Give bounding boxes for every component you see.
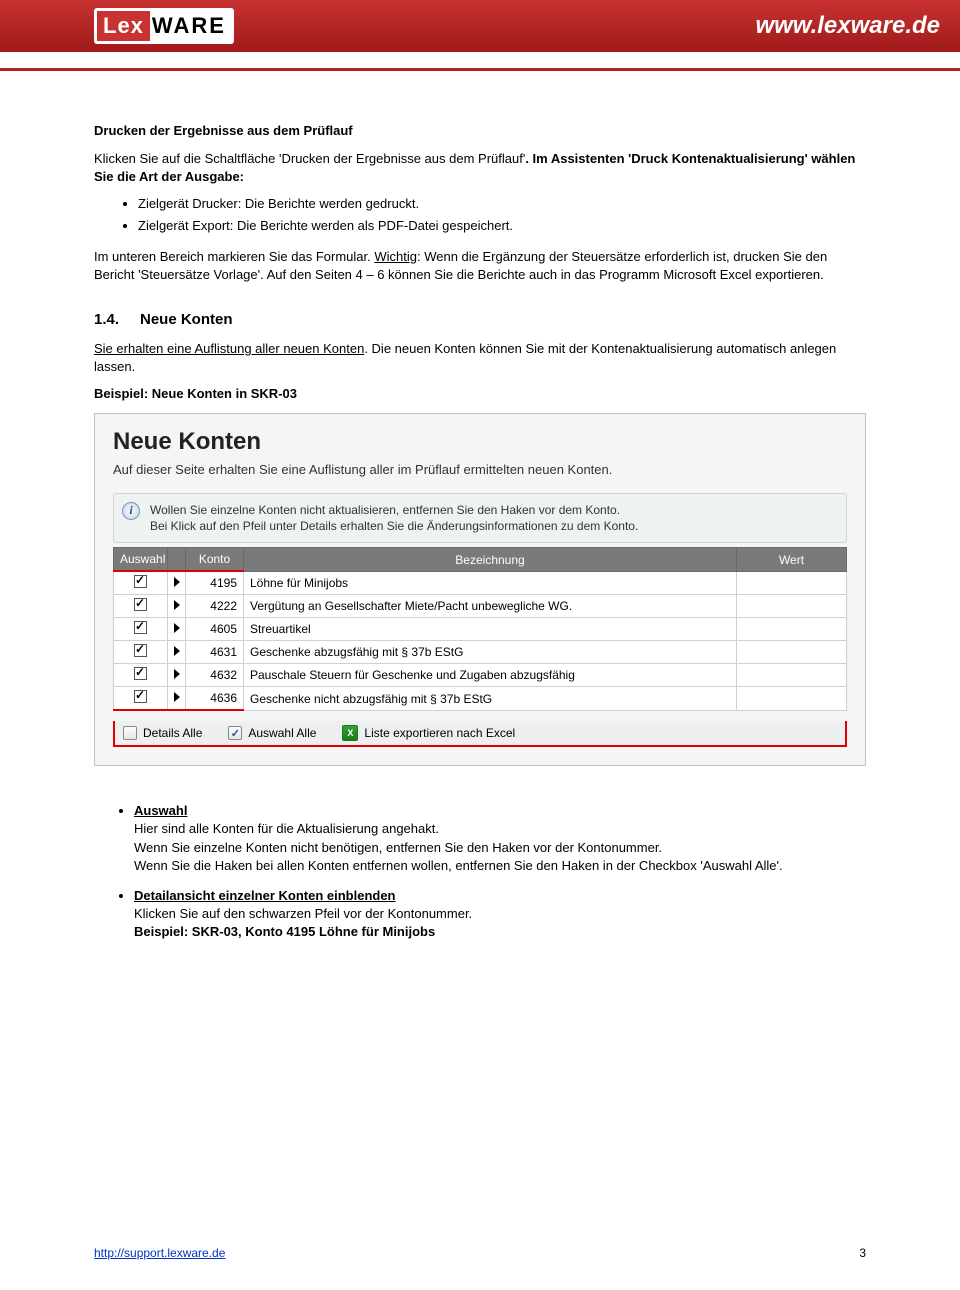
- row-checkbox[interactable]: [134, 690, 147, 703]
- cell-konto: 4605: [186, 618, 244, 641]
- cell-bezeichnung: Streuartikel: [244, 618, 737, 641]
- table-row: 4605 Streuartikel: [114, 618, 847, 641]
- cell-wert: [737, 618, 847, 641]
- chevron-right-icon[interactable]: [174, 646, 180, 656]
- header-url: www.lexware.de: [755, 12, 940, 40]
- cell-bezeichnung: Geschenke abzugsfähig mit § 37b EStG: [244, 641, 737, 664]
- th-detail-arrow: [168, 548, 186, 572]
- cell-konto: 4222: [186, 595, 244, 618]
- paragraph-intro: Klicken Sie auf die Schaltfläche 'Drucke…: [94, 150, 866, 185]
- table-row: 4632 Pauschale Steuern für Geschenke und…: [114, 664, 847, 687]
- page-footer: http://support.lexware.de 3: [0, 1246, 960, 1290]
- screenshot-neue-konten: Neue Konten Auf dieser Seite erhalten Si…: [94, 413, 866, 766]
- info-line: Bei Klick auf den Pfeil unter Details er…: [150, 518, 836, 534]
- chevron-right-icon[interactable]: [174, 692, 180, 702]
- row-checkbox[interactable]: [134, 644, 147, 657]
- cell-bezeichnung: Vergütung an Gesellschafter Miete/Pacht …: [244, 595, 737, 618]
- logo-left: Lex: [97, 11, 150, 41]
- list-details: Auswahl Hier sind alle Konten für die Ak…: [134, 802, 866, 941]
- export-excel-label[interactable]: Liste exportieren nach Excel: [364, 726, 515, 740]
- th-bezeichnung[interactable]: Bezeichnung: [244, 548, 737, 572]
- heading-neue-konten: 1.4.Neue Konten: [94, 311, 866, 328]
- list-item: Zielgerät Export: Die Berichte werden al…: [138, 217, 866, 235]
- cell-konto: 4636: [186, 687, 244, 711]
- th-wert[interactable]: Wert: [737, 548, 847, 572]
- list-item: Auswahl Hier sind alle Konten für die Ak…: [134, 802, 866, 875]
- konten-table: Auswahl Konto Bezeichnung Wert 4195 Löhn…: [113, 547, 847, 711]
- logo: Lex WARE: [94, 8, 234, 44]
- chevron-right-icon[interactable]: [174, 669, 180, 679]
- list-item: Zielgerät Drucker: Die Berichte werden g…: [138, 195, 866, 213]
- th-auswahl[interactable]: Auswahl: [114, 548, 168, 572]
- chevron-right-icon[interactable]: [174, 577, 180, 587]
- th-konto[interactable]: Konto: [186, 548, 244, 572]
- cell-konto: 4195: [186, 571, 244, 595]
- details-alle-checkbox[interactable]: [123, 726, 137, 740]
- table-row: 4222 Vergütung an Gesellschafter Miete/P…: [114, 595, 847, 618]
- cell-bezeichnung: Pauschale Steuern für Geschenke und Zuga…: [244, 664, 737, 687]
- panel-subtitle: Auf dieser Seite erhalten Sie eine Aufli…: [113, 462, 847, 477]
- row-checkbox[interactable]: [134, 598, 147, 611]
- row-checkbox[interactable]: [134, 575, 147, 588]
- row-checkbox[interactable]: [134, 667, 147, 680]
- brand-header: Lex WARE www.lexware.de: [0, 0, 960, 52]
- auswahl-alle-checkbox[interactable]: [228, 726, 242, 740]
- toolbar: Details Alle Auswahl Alle X Liste export…: [113, 721, 847, 747]
- row-checkbox[interactable]: [134, 621, 147, 634]
- panel-title: Neue Konten: [113, 428, 847, 456]
- heading-drucken: Drucken der Ergebnisse aus dem Prüflauf: [94, 123, 866, 138]
- excel-icon[interactable]: X: [342, 725, 358, 741]
- details-alle-label: Details Alle: [143, 726, 202, 740]
- paragraph-auflistung: Sie erhalten eine Auflistung aller neuen…: [94, 340, 866, 375]
- cell-wert: [737, 687, 847, 711]
- info-line: Wollen Sie einzelne Konten nicht aktuali…: [150, 502, 836, 518]
- table-row: 4195 Löhne für Minijobs: [114, 571, 847, 595]
- cell-wert: [737, 664, 847, 687]
- info-icon: i: [122, 502, 140, 520]
- info-box: i Wollen Sie einzelne Konten nicht aktua…: [113, 493, 847, 543]
- cell-wert: [737, 641, 847, 664]
- list-zielgeraet: Zielgerät Drucker: Die Berichte werden g…: [138, 195, 866, 234]
- cell-wert: [737, 595, 847, 618]
- cell-konto: 4631: [186, 641, 244, 664]
- item-title: Auswahl: [134, 803, 187, 818]
- table-row: 4636 Geschenke nicht abzugsfähig mit § 3…: [114, 687, 847, 711]
- list-item: Detailansicht einzelner Konten einblende…: [134, 887, 866, 942]
- chevron-right-icon[interactable]: [174, 600, 180, 610]
- cell-bezeichnung: Löhne für Minijobs: [244, 571, 737, 595]
- table-row: 4631 Geschenke abzugsfähig mit § 37b ESt…: [114, 641, 847, 664]
- cell-konto: 4632: [186, 664, 244, 687]
- cell-wert: [737, 571, 847, 595]
- footer-link[interactable]: http://support.lexware.de: [94, 1246, 225, 1260]
- paragraph-wichtig: Im unteren Bereich markieren Sie das For…: [94, 248, 866, 283]
- page-number: 3: [859, 1246, 866, 1260]
- chevron-right-icon[interactable]: [174, 623, 180, 633]
- paragraph-beispiel: Beispiel: Neue Konten in SKR-03: [94, 385, 866, 403]
- cell-bezeichnung: Geschenke nicht abzugsfähig mit § 37b ES…: [244, 687, 737, 711]
- auswahl-alle-label: Auswahl Alle: [248, 726, 316, 740]
- item-title: Detailansicht einzelner Konten einblende…: [134, 888, 396, 903]
- logo-right: WARE: [152, 13, 226, 39]
